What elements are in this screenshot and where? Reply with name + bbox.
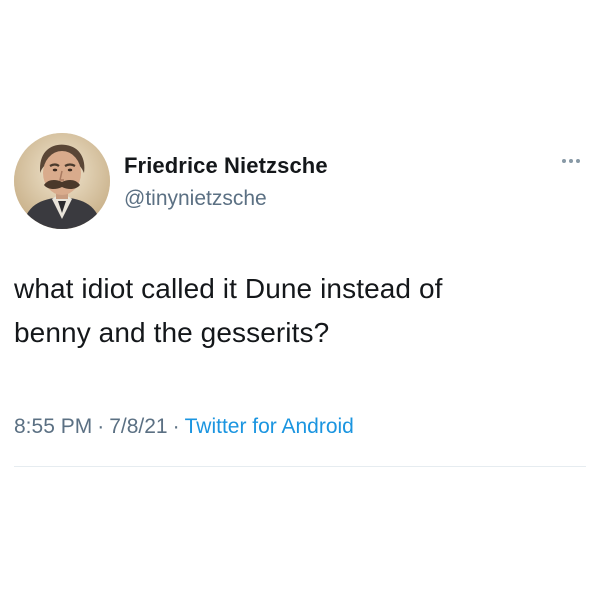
more-options-icon: [562, 159, 580, 163]
portrait-avatar-icon: [14, 133, 110, 229]
tweet-text: what idiot called it Dune instead of ben…: [14, 273, 443, 348]
tweet-card: Friedrice Nietzsche @tinynietzsche what …: [0, 0, 600, 600]
more-options-button[interactable]: [558, 152, 584, 170]
separator-dot: ·: [97, 415, 105, 438]
tweet-metadata: 8:55 PM · 7/8/21 · Twitter for Android: [14, 415, 354, 439]
divider: [14, 466, 586, 467]
tweet-time[interactable]: 8:55 PM: [14, 415, 92, 438]
separator-dot: ·: [172, 415, 180, 438]
avatar[interactable]: [14, 133, 110, 229]
display-name[interactable]: Friedrice Nietzsche: [124, 153, 328, 179]
username-handle[interactable]: @tinynietzsche: [124, 187, 267, 211]
tweet-source-link[interactable]: Twitter for Android: [185, 415, 354, 438]
tweet-date[interactable]: 7/8/21: [109, 415, 167, 438]
